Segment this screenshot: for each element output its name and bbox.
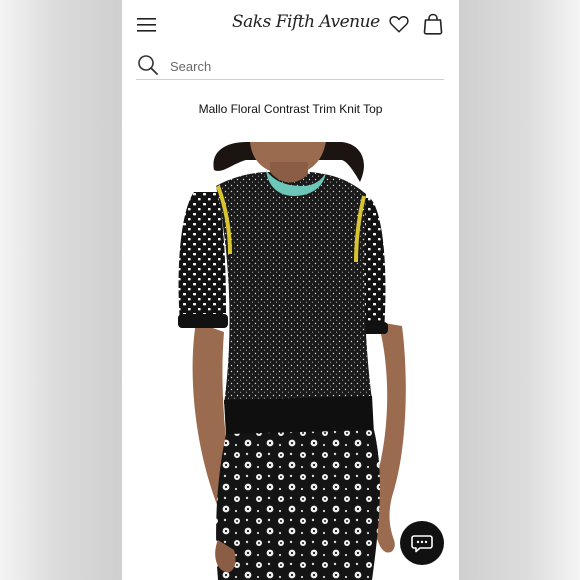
search-input[interactable] — [170, 56, 430, 76]
hamburger-menu-icon — [137, 18, 156, 32]
product-title: Mallo Floral Contrast Trim Knit Top — [198, 102, 383, 116]
search-icon[interactable] — [137, 54, 159, 76]
site-header: Saks Fifth Avenue — [122, 0, 459, 50]
wishlist-button[interactable] — [388, 13, 410, 35]
saks-logo[interactable]: Saks Fifth Avenue — [232, 12, 380, 36]
hamburger-menu-button[interactable] — [136, 14, 158, 36]
heart-icon — [389, 16, 409, 33]
background-left — [0, 0, 122, 580]
mobile-page: Saks Fifth Avenue Mallo Floral Contrast … — [122, 0, 459, 580]
product-image[interactable] — [122, 142, 459, 580]
shopping-bag-icon — [423, 13, 443, 35]
chat-bubble-icon — [411, 535, 433, 553]
background-right — [459, 0, 580, 580]
shopping-bag-button[interactable] — [421, 12, 445, 36]
search-bar — [136, 52, 444, 80]
chat-button[interactable] — [400, 521, 444, 565]
